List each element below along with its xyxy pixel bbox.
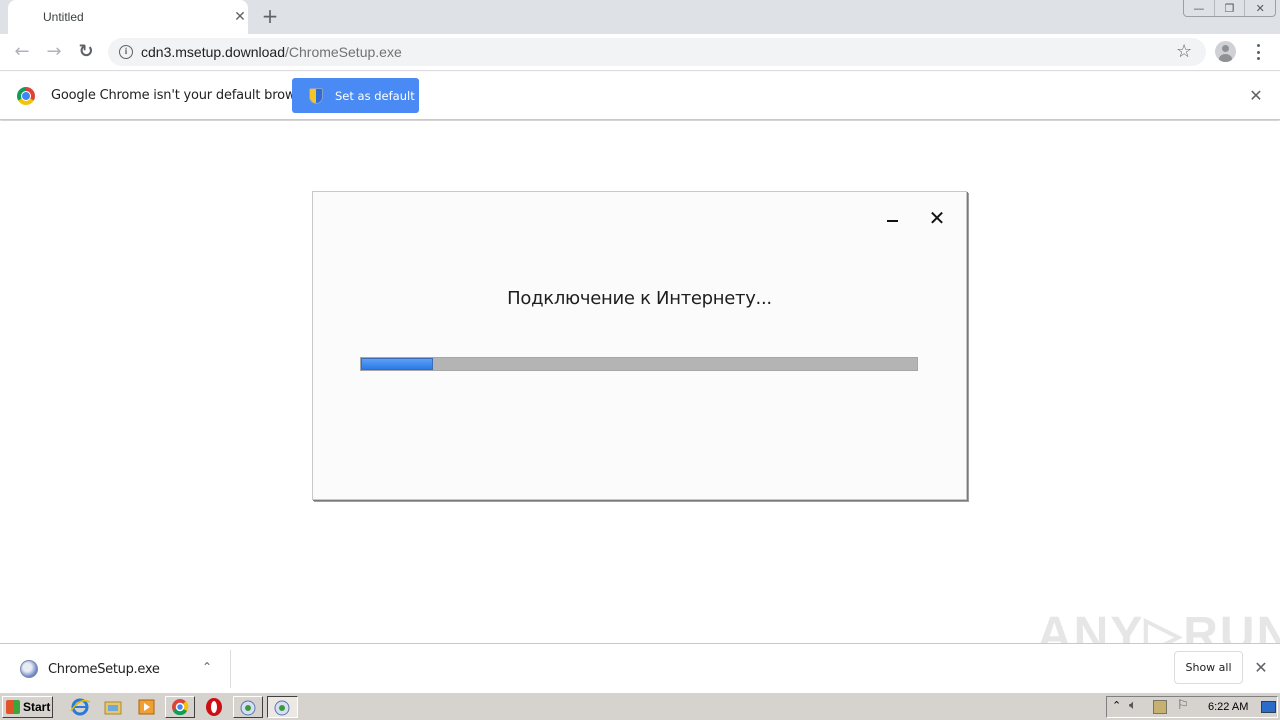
show-hidden-icons-chevron-icon[interactable]: ⌃ (1112, 699, 1121, 712)
tab-untitled[interactable]: Untitled ✕ (8, 0, 248, 34)
new-tab-button[interactable]: + (260, 6, 280, 26)
show-desktop-icon[interactable] (1261, 701, 1276, 713)
url-path: /ChromeSetup.exe (285, 44, 402, 60)
network-warning-icon[interactable] (1153, 700, 1167, 714)
infobar-close-icon[interactable]: ✕ (1247, 87, 1265, 105)
installer-file-icon (20, 660, 38, 678)
chrome-taskbar-button[interactable] (165, 696, 195, 718)
start-label: Start (23, 700, 51, 714)
volume-icon[interactable]: 🔈︎ (1129, 698, 1137, 713)
chromesetup-active-taskbar-button[interactable] (267, 696, 298, 718)
address-bar[interactable]: i cdn3.msetup.download/ChromeSetup.exe ☆ (108, 38, 1206, 66)
tab-strip: Untitled ✕ + — ❐ ✕ (0, 0, 1280, 34)
set-as-default-label: Set as default (335, 88, 415, 103)
set-as-default-button[interactable]: Set as default (292, 78, 419, 113)
browser-menu-icon[interactable] (1254, 42, 1262, 62)
profile-avatar-icon[interactable] (1215, 41, 1236, 62)
dialog-close-icon[interactable]: ✕ (927, 208, 947, 228)
chevron-up-icon[interactable]: ⌃ (198, 658, 216, 676)
start-button[interactable]: Start (2, 696, 53, 718)
bookmark-star-icon[interactable]: ☆ (1176, 41, 1192, 62)
chromesetup-taskbar-button[interactable] (233, 696, 263, 718)
installer-progress-bar (360, 357, 918, 371)
window-controls: — ❐ ✕ (1183, 0, 1276, 17)
browser-toolbar: ← → ↻ i cdn3.msetup.download/ChromeSetup… (0, 34, 1280, 71)
download-file-name: ChromeSetup.exe (48, 662, 160, 677)
tab-title: Untitled (43, 10, 84, 24)
tab-close-icon[interactable]: ✕ (232, 9, 248, 25)
url-host: cdn3.msetup.download (141, 44, 285, 60)
installer-progress-fill (361, 358, 434, 370)
infobar-message: Google Chrome isn't your default browser (51, 88, 315, 103)
window-restore-button[interactable]: ❐ (1215, 0, 1246, 16)
default-browser-infobar: Google Chrome isn't your default browser… (0, 72, 1280, 120)
url-text[interactable]: cdn3.msetup.download/ChromeSetup.exe (141, 44, 402, 60)
window-close-button[interactable]: ✕ (1245, 0, 1275, 16)
file-explorer-icon[interactable] (102, 697, 124, 717)
back-button[interactable]: ← (10, 40, 34, 64)
action-center-flag-icon[interactable]: ⚐ (1177, 698, 1189, 713)
dialog-minimize-icon[interactable] (885, 212, 901, 228)
shelf-divider (230, 650, 231, 688)
show-all-button[interactable]: Show all (1174, 651, 1243, 684)
media-player-icon[interactable] (136, 697, 158, 717)
internet-explorer-icon[interactable] (69, 697, 91, 717)
window-minimize-button[interactable]: — (1184, 0, 1215, 16)
forward-button[interactable]: → (42, 40, 66, 64)
chrome-logo-icon (17, 87, 35, 105)
system-tray: ⌃ 🔈︎ ⚐ (1106, 696, 1278, 718)
download-item[interactable]: ChromeSetup.exe ⌃ (0, 644, 230, 692)
taskbar-clock[interactable]: 6:22 AM (1208, 701, 1248, 713)
installer-status-text: Подключение к Интернету... (507, 288, 772, 309)
site-info-icon[interactable]: i (119, 45, 133, 59)
windows-taskbar: Start ⌃ 🔈︎ ⚐ 6:22 AM (0, 692, 1280, 720)
reload-button[interactable]: ↻ (74, 40, 98, 64)
opera-icon[interactable] (203, 697, 225, 717)
windows-logo-icon (6, 700, 20, 714)
uac-shield-icon (309, 87, 323, 104)
download-shelf: ChromeSetup.exe ⌃ Show all ✕ (0, 643, 1280, 692)
shelf-close-icon[interactable]: ✕ (1252, 659, 1270, 677)
installer-dialog: ✕ Подключение к Интернету... (312, 191, 967, 500)
